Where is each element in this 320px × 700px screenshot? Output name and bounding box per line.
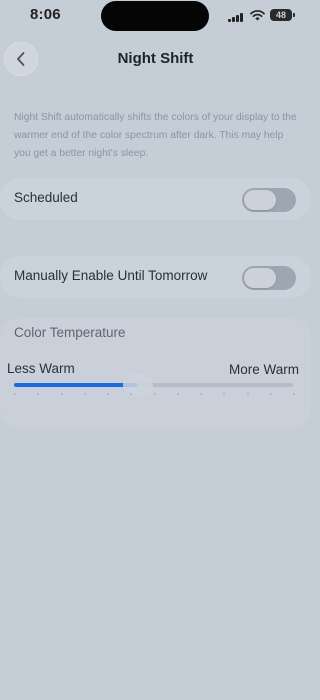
color-temperature-slider[interactable] (14, 374, 293, 396)
slider-tick (223, 393, 226, 395)
manual-enable-toggle[interactable] (242, 266, 296, 290)
slider-tick (246, 393, 249, 395)
status-bar: 8:06 48 (0, 0, 311, 32)
slider-tick (107, 393, 109, 395)
slider-ticks (14, 393, 295, 396)
scheduled-row[interactable]: Scheduled (0, 178, 311, 220)
slider-tick (269, 393, 272, 395)
battery-icon: 48 (270, 9, 295, 21)
manual-enable-label: Manually Enable Until Tomorrow (14, 268, 208, 283)
toggle-knob (244, 268, 276, 288)
toggle-knob (244, 190, 276, 210)
page-title: Night Shift (117, 50, 194, 67)
cellular-signal-icon (228, 12, 244, 22)
slider-tick (293, 393, 295, 395)
wifi-icon (250, 10, 265, 21)
slider-tick (153, 393, 156, 395)
slider-tick (200, 393, 202, 395)
slider-tick (83, 393, 86, 395)
dynamic-island (101, 1, 209, 31)
battery-level: 48 (275, 10, 286, 20)
slider-tick (176, 393, 179, 395)
slider-fill (14, 383, 137, 387)
slider-tick (130, 393, 133, 395)
less-warm-label: Less Warm (7, 361, 75, 376)
scheduled-toggle[interactable] (242, 188, 296, 212)
slider-tick (14, 393, 16, 395)
color-temperature-title: Color Temperature (14, 325, 126, 340)
slider-tick (37, 393, 40, 395)
more-warm-label: More Warm (229, 362, 299, 377)
manual-enable-row[interactable]: Manually Enable Until Tomorrow (0, 256, 311, 298)
status-time: 8:06 (30, 6, 61, 23)
night-shift-description: Night Shift automatically shifts the col… (14, 112, 297, 159)
slider-tick (60, 393, 63, 395)
scheduled-label: Scheduled (14, 190, 78, 205)
